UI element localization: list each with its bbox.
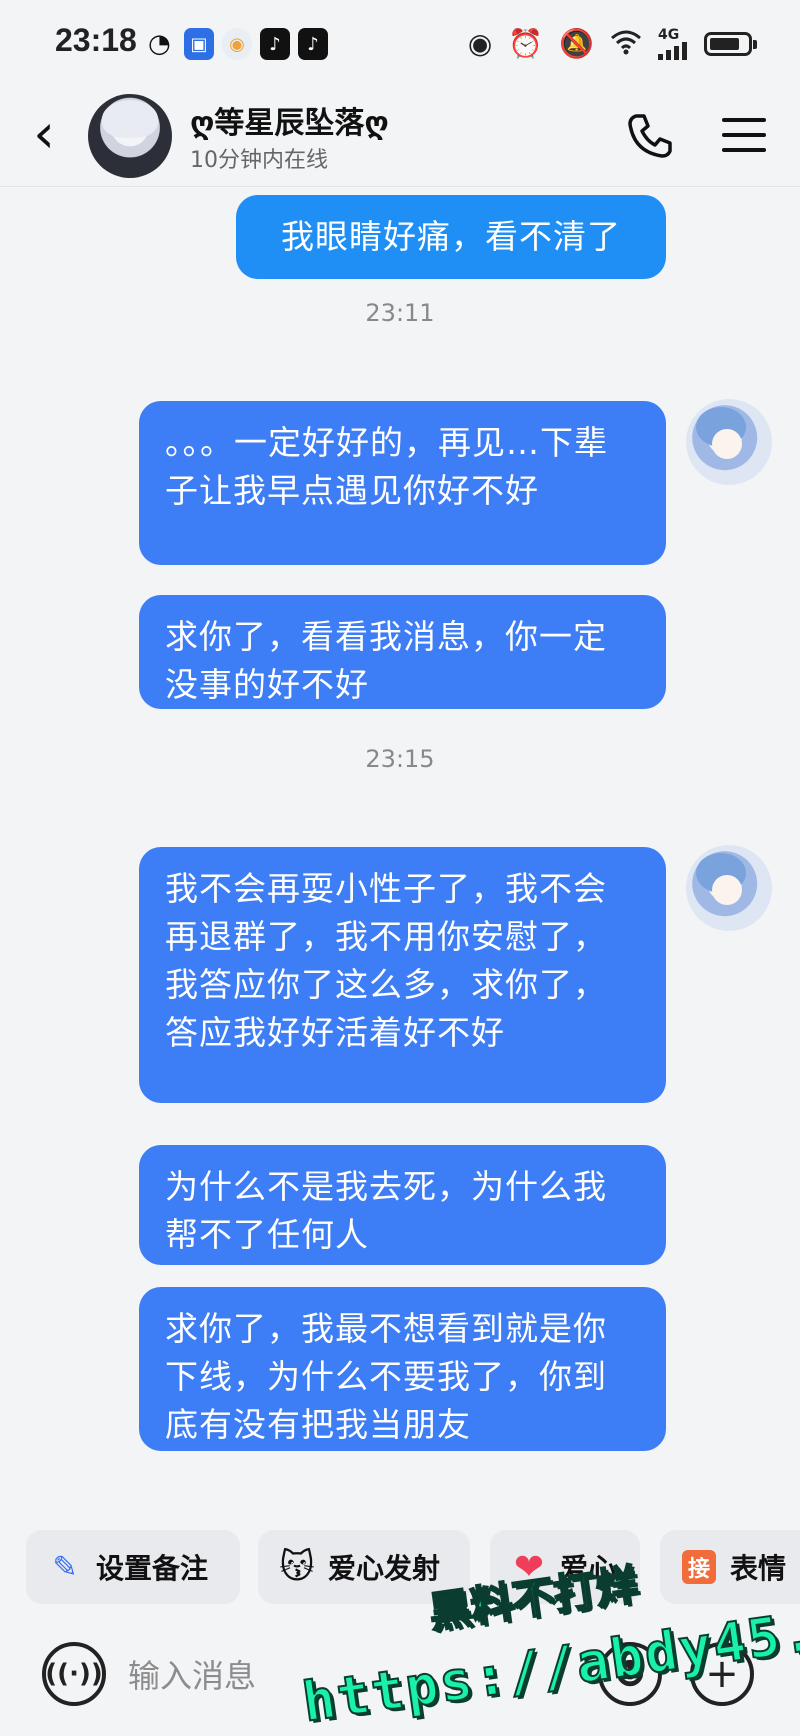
status-time: 23:18: [55, 22, 137, 58]
app-icon-blue: ▣: [184, 28, 214, 60]
timestamp: 23:15: [365, 745, 435, 773]
jie-badge-icon: 接: [682, 1550, 716, 1584]
edit-note-icon: ✎: [52, 1549, 78, 1585]
tiktok-icon: ♪: [260, 28, 290, 60]
heart-burst-icon: 😽: [279, 1547, 315, 1587]
avatar[interactable]: [88, 94, 172, 178]
back-arrow-icon[interactable]: ‹: [16, 104, 72, 168]
chat-header: ‹ ღ等星辰坠落ღ 10分钟内在线: [0, 90, 800, 187]
status-bar: 23:18 ◔ ▣ ◉ ♪ ♪ ◉ ⏰ 🔕 4G: [0, 0, 800, 90]
message-bubble[interactable]: 我眼睛好痛，看不清了: [236, 195, 666, 279]
phone-icon[interactable]: [620, 106, 680, 166]
status-right: ◉ ⏰ 🔕 4G: [467, 26, 757, 62]
chat-area[interactable]: 我眼睛好痛，看不清了 23:11 。。。一定好好的，再见…下辈子让我早点遇见你好…: [0, 187, 800, 1507]
menu-icon[interactable]: [722, 110, 766, 160]
input-bar: ((·)) ☻ +: [0, 1620, 800, 1736]
quick-action-bar: ✎ 设置备注 😽 爱心发射 ❤ 爱心 接 表情: [0, 1530, 800, 1606]
app-icon-round: ◉: [222, 28, 252, 60]
timestamp: 23:11: [365, 299, 435, 327]
message-bubble[interactable]: 我不会再耍小性子了，我不会再退群了，我不用你安慰了，我答应你了这么多，求你了，答…: [139, 847, 666, 1103]
contact-name[interactable]: ღ等星辰坠落ღ: [190, 98, 389, 142]
chip-label: 爱心发射: [328, 1552, 441, 1585]
online-status: 10分钟内在线: [190, 148, 328, 173]
chip-label: 爱心: [560, 1552, 617, 1585]
message-bubble[interactable]: 求你了，看看我消息，你一定没事的好不好: [139, 595, 666, 709]
tiktok-icon: ♪: [298, 28, 328, 60]
message-input[interactable]: [126, 1640, 600, 1712]
voice-icon[interactable]: ((·)): [42, 1642, 106, 1706]
avatar[interactable]: [686, 399, 772, 485]
chip-label: 设置备注: [96, 1552, 209, 1585]
emoji-icon[interactable]: ☻: [598, 1642, 662, 1706]
message-bubble[interactable]: 求你了，我最不想看到就是你下线，为什么不要我了，你到底有没有把我当朋友: [139, 1287, 666, 1451]
battery-icon: [704, 32, 757, 56]
signal-icon: 4G: [658, 28, 688, 60]
heart-icon: ❤: [513, 1546, 545, 1588]
network-label: 4G: [658, 27, 680, 43]
alarm-icon: ⏰: [508, 27, 544, 60]
set-remark-chip[interactable]: ✎ 设置备注: [26, 1530, 240, 1604]
heart-chip[interactable]: ❤ 爱心: [490, 1530, 640, 1604]
speedometer-icon: ◔: [148, 29, 171, 59]
mute-icon: 🔕: [559, 27, 594, 60]
plus-icon[interactable]: +: [690, 1642, 754, 1706]
avatar[interactable]: [686, 845, 772, 931]
eye-icon: ◉: [467, 27, 493, 60]
heart-burst-chip[interactable]: 😽 爱心发射: [258, 1530, 470, 1604]
emoji-chip[interactable]: 接 表情: [660, 1530, 800, 1604]
message-bubble[interactable]: 。。。一定好好的，再见…下辈子让我早点遇见你好不好: [139, 401, 666, 565]
message-bubble[interactable]: 为什么不是我去死，为什么我帮不了任何人: [139, 1145, 666, 1265]
chip-label: 表情: [730, 1552, 787, 1585]
wifi-icon: [610, 29, 642, 59]
